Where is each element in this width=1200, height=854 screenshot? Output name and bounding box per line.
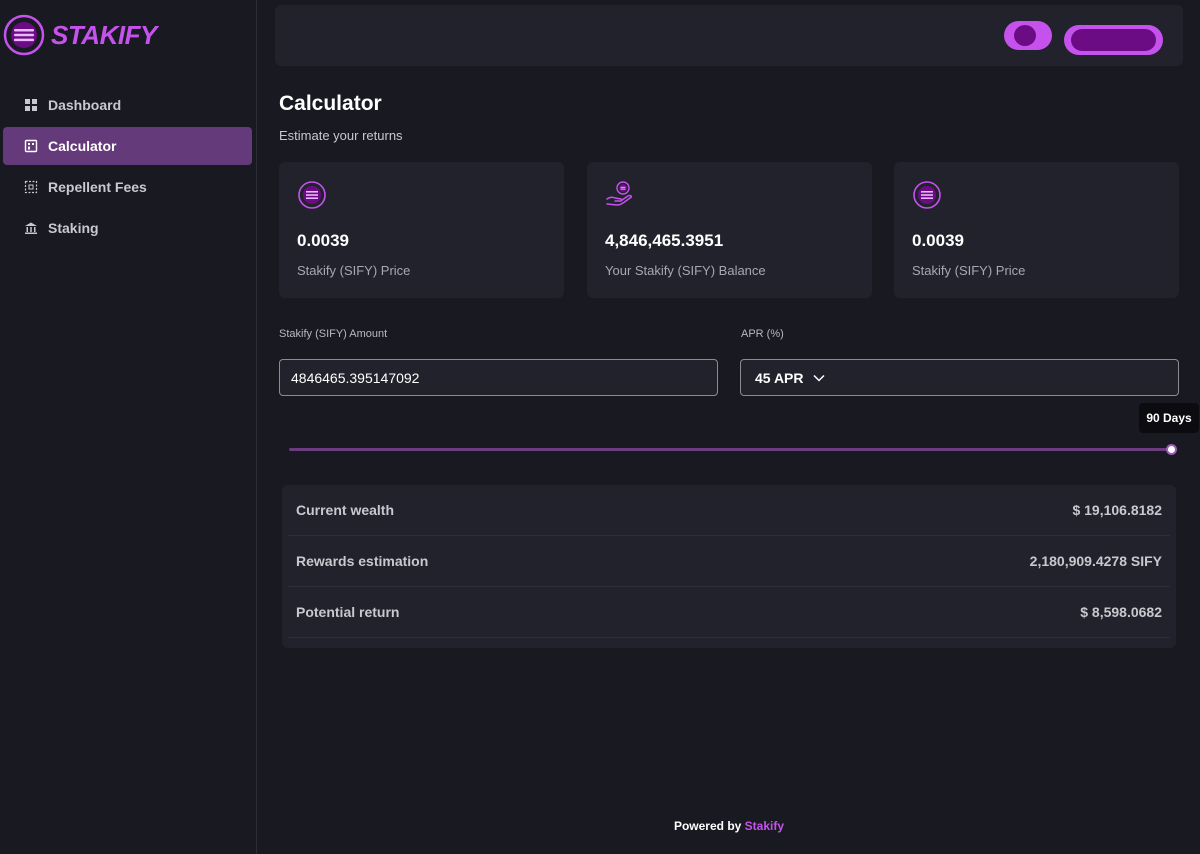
chevron-down-icon — [812, 374, 825, 382]
stat-card-balance: 4,846,465.3951 Your Stakify (SIFY) Balan… — [587, 162, 872, 298]
bank-icon — [25, 222, 37, 234]
results-panel: Current wealth $ 19,106.8182 Rewards est… — [282, 485, 1176, 648]
card-label: Stakify (SIFY) Price — [912, 263, 1026, 278]
apr-selected-value: 45 APR — [755, 369, 804, 386]
apr-label: APR (%) — [741, 328, 784, 340]
result-label: Rewards estimation — [296, 553, 429, 569]
result-row-rewards-estimation: Rewards estimation 2,180,909.4278 SIFY — [288, 536, 1170, 587]
grid-icon — [25, 99, 37, 111]
sidebar-item-label: Calculator — [48, 138, 117, 154]
result-label: Current wealth — [296, 502, 395, 518]
stat-card-price-2: 0.0039 Stakify (SIFY) Price — [894, 162, 1179, 298]
sidebar-item-calculator[interactable]: Calculator — [3, 127, 252, 165]
stat-card-price: 0.0039 Stakify (SIFY) Price — [279, 162, 564, 298]
footer-prefix: Powered by — [673, 819, 745, 833]
apr-select[interactable]: 45 APR — [740, 359, 1179, 396]
brand-name: STAKIFY — [51, 19, 157, 50]
wallet-connect-button[interactable] — [1064, 25, 1163, 55]
slider-tooltip: 90 Days — [1139, 403, 1199, 433]
sidebar-nav: Dashboard Calculator Repellent Fees Stak… — [3, 86, 252, 250]
result-row-potential-return: Potential return $ 8,598.0682 — [288, 587, 1170, 638]
result-value: $ 8,598.0682 — [1080, 604, 1162, 620]
app-root: STAKIFY Dashboard Calculator Repellent F… — [0, 0, 1200, 854]
top-bar — [275, 5, 1183, 66]
hand-coin-icon — [606, 181, 633, 206]
toggle-knob — [1014, 25, 1036, 46]
stakify-logo-icon — [3, 14, 45, 56]
logo[interactable]: STAKIFY — [3, 14, 157, 56]
card-value: 4,846,465.3951 — [605, 231, 724, 250]
fees-icon — [24, 180, 38, 194]
card-value: 0.0039 — [912, 231, 964, 250]
footer-brand-link[interactable]: Stakify — [745, 819, 784, 833]
stakify-coin-icon — [298, 181, 326, 209]
amount-input[interactable] — [279, 359, 718, 396]
theme-toggle-button[interactable] — [1004, 21, 1052, 50]
stakify-coin-icon — [913, 181, 941, 209]
footer: Powered by Stakify — [0, 819, 1200, 833]
result-label: Potential return — [296, 604, 400, 620]
sidebar-item-label: Repellent Fees — [48, 179, 147, 195]
sidebar-item-repellent-fees[interactable]: Repellent Fees — [3, 168, 252, 206]
amount-label: Stakify (SIFY) Amount — [279, 328, 388, 340]
page-subtitle: Estimate your returns — [279, 128, 403, 143]
card-label: Stakify (SIFY) Price — [297, 263, 411, 278]
page-title: Calculator — [279, 92, 382, 115]
sidebar-item-label: Dashboard — [48, 97, 122, 113]
result-value: $ 19,106.8182 — [1072, 502, 1162, 518]
sidebar: STAKIFY Dashboard Calculator Repellent F… — [0, 0, 257, 854]
sidebar-item-dashboard[interactable]: Dashboard — [3, 86, 252, 124]
sidebar-item-label: Staking — [48, 220, 99, 236]
calculator-icon — [24, 139, 38, 153]
card-label: Your Stakify (SIFY) Balance — [605, 263, 766, 278]
sidebar-item-staking[interactable]: Staking — [3, 209, 252, 247]
duration-slider-thumb[interactable] — [1165, 444, 1177, 455]
card-value: 0.0039 — [297, 231, 349, 250]
wallet-button-inner — [1071, 29, 1156, 51]
result-row-current-wealth: Current wealth $ 19,106.8182 — [288, 485, 1170, 536]
result-value: 2,180,909.4278 SIFY — [1029, 553, 1162, 569]
duration-slider-track[interactable] — [289, 448, 1171, 451]
